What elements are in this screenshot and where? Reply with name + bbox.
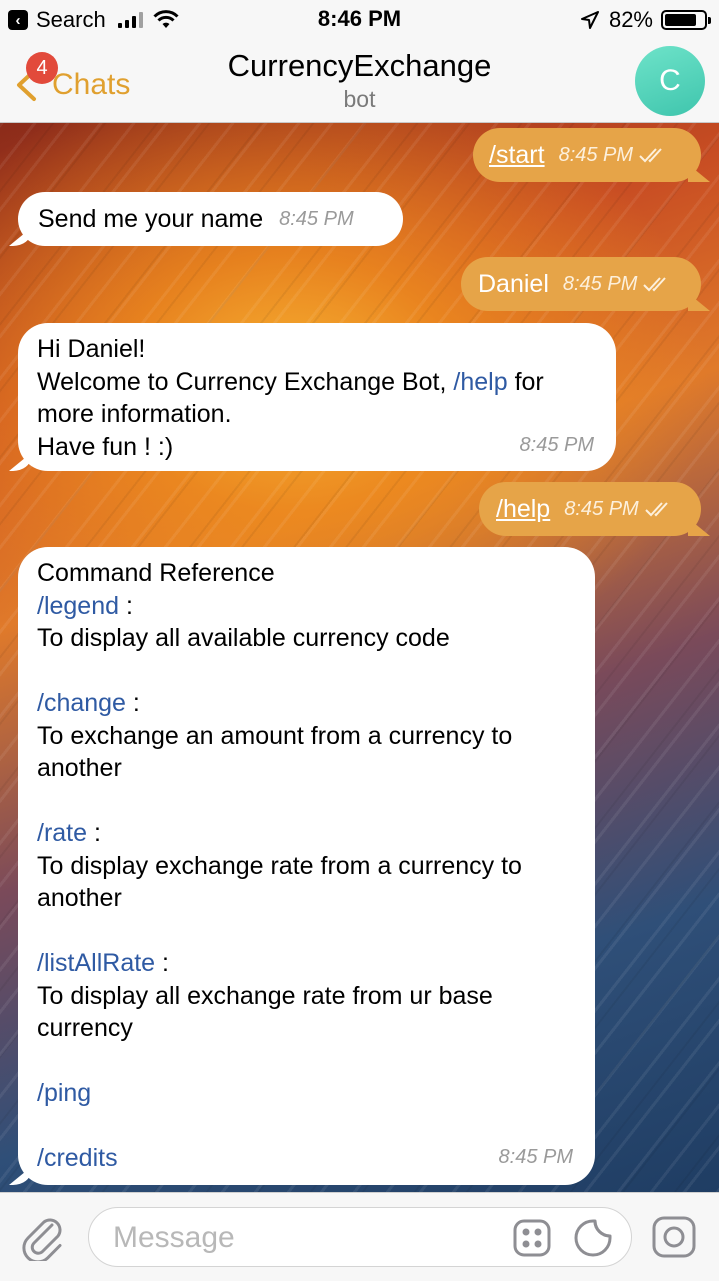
message-line: another — [37, 754, 122, 782]
message-outgoing[interactable]: Daniel 8:45 PM — [461, 257, 701, 311]
message-time: 8:45 PM — [519, 433, 594, 456]
camera-icon[interactable] — [651, 1215, 697, 1259]
message-text: : — [155, 949, 169, 977]
message-time: 8:45 PM — [564, 498, 639, 520]
battery-percent: 82% — [608, 7, 653, 32]
message-time: 8:45 PM — [562, 273, 638, 295]
message-incoming[interactable]: Hi Daniel! Welcome to Currency Exchange … — [18, 323, 616, 471]
change-command-link[interactable]: /change — [37, 689, 126, 717]
rate-command-link[interactable]: /rate — [37, 819, 87, 847]
message-line: /credits — [37, 1142, 576, 1175]
credits-command-link[interactable]: /credits — [37, 1144, 118, 1172]
message-line: To exchange an amount from a currency to — [37, 721, 513, 750]
chat-subtitle: bot — [343, 86, 376, 112]
chat-area[interactable]: /start 8:45 PM Send me your name 8:45 PM… — [0, 123, 719, 1192]
battery-level — [665, 14, 697, 26]
message-time: 8:45 PM — [558, 144, 634, 166]
avatar[interactable]: C — [635, 46, 705, 116]
double-check-icon — [639, 148, 662, 163]
message-line: To display exchange rate from a currency… — [37, 851, 522, 880]
message-field[interactable] — [88, 1207, 632, 1267]
message-text: Welcome to Currency Exchange Bot, — [37, 367, 454, 396]
help-command-link[interactable]: /help — [453, 368, 507, 396]
message-line: Hi Daniel! — [37, 335, 146, 363]
paperclip-icon[interactable] — [22, 1215, 66, 1261]
message-time: 8:45 PM — [279, 208, 354, 230]
message-line: more information. — [37, 400, 232, 428]
message-line: To display all exchange rate from ur bas… — [37, 981, 493, 1010]
message-line: /listAllRate : — [37, 947, 576, 980]
message-line: /ping — [37, 1077, 576, 1110]
message-line: another — [37, 884, 122, 912]
message-line: Have fun ! :) — [37, 432, 174, 461]
message-text: : — [125, 689, 140, 717]
message-time: 8:45 PM — [498, 1145, 573, 1168]
message-text[interactable]: /help — [496, 493, 550, 526]
message-text: Daniel — [478, 270, 549, 298]
location-icon — [580, 11, 599, 29]
double-check-icon — [643, 277, 667, 292]
message-input[interactable] — [111, 1218, 495, 1258]
message-text: for — [507, 367, 544, 396]
status-right: 82% — [580, 7, 711, 33]
double-check-icon — [644, 502, 668, 517]
message-outgoing[interactable]: /start 8:45 PM — [473, 128, 701, 182]
message-text: : — [119, 591, 133, 620]
listallrate-command-link[interactable]: /listAllRate — [37, 949, 155, 977]
sticker-icon[interactable] — [573, 1218, 613, 1258]
message-incoming[interactable]: Send me your name 8:45 PM — [18, 192, 403, 246]
message-line: /change : — [37, 687, 576, 720]
bot-commands-icon[interactable] — [512, 1218, 552, 1258]
message-text[interactable]: /start — [489, 139, 545, 172]
message-line: currency — [37, 1014, 133, 1042]
chat-header: Chats 4 CurrencyExchange bot C — [0, 40, 719, 123]
message-text: Send me your name — [38, 205, 264, 233]
chat-title[interactable]: CurrencyExchange — [0, 48, 719, 84]
message-line: To display all available currency code — [37, 624, 450, 652]
message-line: /rate : — [37, 817, 576, 850]
message-line: Welcome to Currency Exchange Bot, /help … — [37, 366, 597, 399]
status-bar: ‹ Search 8:46 PM 82% — [0, 0, 719, 40]
message-input-bar — [0, 1192, 719, 1281]
battery-icon — [661, 10, 711, 30]
message-text: : — [87, 819, 101, 847]
ping-command-link[interactable]: /ping — [37, 1079, 91, 1107]
message-outgoing[interactable]: /help 8:45 PM — [479, 482, 701, 536]
legend-command-link[interactable]: /legend — [37, 592, 119, 620]
message-incoming[interactable]: Command Reference /legend : To display a… — [18, 547, 595, 1185]
message-line: /legend : — [37, 590, 576, 623]
message-line: Command Reference — [37, 559, 275, 587]
